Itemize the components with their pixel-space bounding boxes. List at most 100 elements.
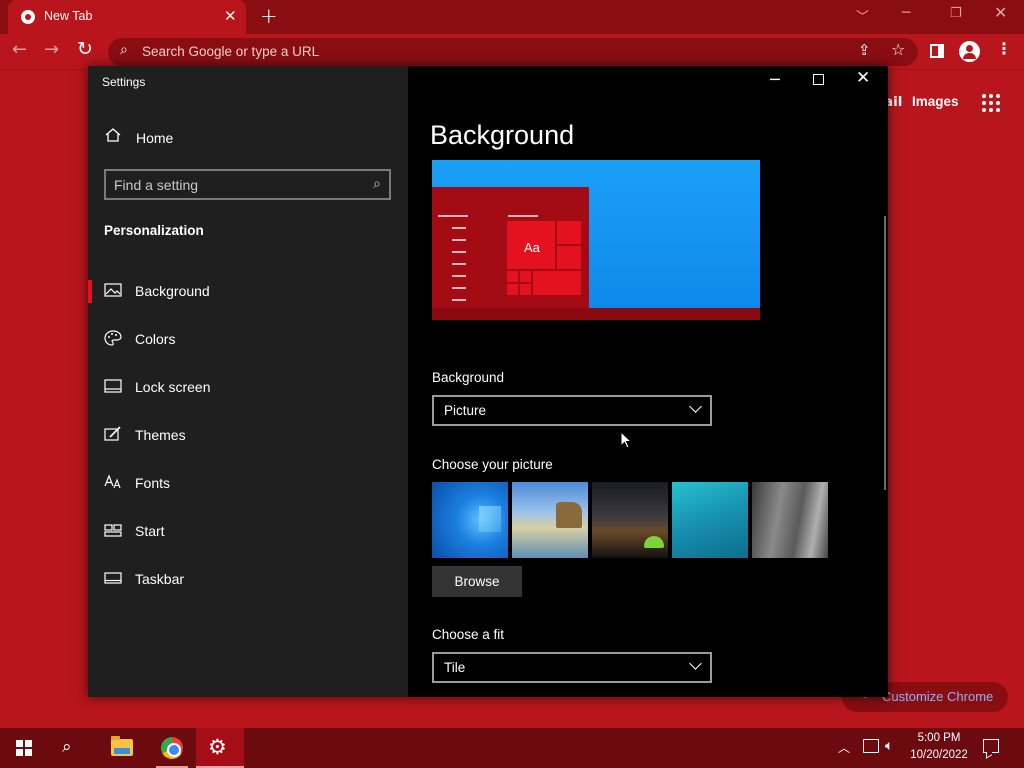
minimize-icon[interactable]: ─ xyxy=(770,70,780,89)
customize-chrome-label: Customize Chrome xyxy=(882,689,994,704)
chevron-down-icon xyxy=(689,400,702,413)
choose-fit-label: Choose a fit xyxy=(432,627,505,642)
sidebar-item-label: Fonts xyxy=(135,475,171,491)
clock-date[interactable]: 10/20/2022 xyxy=(906,749,972,761)
background-dropdown-value: Picture xyxy=(444,403,487,418)
volume-icon[interactable]: 🔈︎ xyxy=(885,738,893,754)
new-tab-tab[interactable]: New Tab ✕ xyxy=(8,0,246,34)
lock-screen-icon xyxy=(104,379,122,393)
maximize-icon[interactable] xyxy=(813,74,824,85)
chrome-icon[interactable] xyxy=(161,737,183,759)
choose-picture-label: Choose your picture xyxy=(432,457,553,472)
preview-tile xyxy=(533,271,581,295)
fit-dropdown[interactable]: Tile xyxy=(432,652,712,683)
chevron-down-icon xyxy=(689,657,702,670)
sidebar-item-fonts[interactable]: Fonts xyxy=(88,462,408,502)
close-tab-icon[interactable]: ✕ xyxy=(224,7,237,25)
new-tab-button[interactable]: + xyxy=(260,4,278,28)
windows-taskbar: ⌕ ⚙ ︿ 🔈︎ 5:00 PM 10/20/2022 xyxy=(0,728,1024,768)
close-icon[interactable]: ✕ xyxy=(856,68,870,88)
background-label: Background xyxy=(432,370,505,385)
rock-arch-shape xyxy=(556,502,582,528)
preview-start-menu: Aa xyxy=(432,187,589,308)
browser-minimize-icon[interactable]: ─ xyxy=(902,5,910,21)
share-icon[interactable]: ⇪ xyxy=(858,41,871,59)
omnibox-placeholder: Search Google or type a URL xyxy=(142,44,320,59)
preview-line xyxy=(452,239,466,241)
picture-thumbnails xyxy=(432,482,832,558)
omnibox[interactable]: ⌕ Search Google or type a URL ⇪ ☆ xyxy=(108,38,918,66)
clock-time[interactable]: 5:00 PM xyxy=(909,732,969,744)
picture-thumbnail-underwater[interactable] xyxy=(672,482,748,558)
tab-search-chevron-icon[interactable]: ﹀ xyxy=(856,6,869,25)
mouse-cursor-icon xyxy=(620,431,632,449)
chevron-up-icon[interactable]: ︿ xyxy=(838,739,850,756)
preview-tiles: Aa xyxy=(507,221,583,307)
side-panel-icon[interactable] xyxy=(930,44,944,58)
sidebar-item-label: Background xyxy=(135,283,210,299)
forward-arrow-icon[interactable]: → xyxy=(44,39,59,60)
preview-line xyxy=(452,275,466,277)
settings-window: Settings Home ⌕ Personalization Backgrou… xyxy=(88,66,888,697)
page-title: Background xyxy=(430,120,575,150)
notifications-icon[interactable] xyxy=(983,739,999,753)
sidebar-item-home[interactable]: Home xyxy=(88,122,408,154)
sidebar-item-label: Lock screen xyxy=(135,379,211,395)
sidebar-item-colors[interactable]: Colors xyxy=(88,318,408,358)
google-apps-icon[interactable] xyxy=(982,94,1000,112)
preview-tile xyxy=(507,284,518,295)
images-link[interactable]: Images xyxy=(912,94,959,109)
sidebar-item-background[interactable]: Background xyxy=(88,270,408,310)
preview-line xyxy=(452,299,466,301)
browser-close-icon[interactable]: ✕ xyxy=(994,3,1007,22)
section-heading: Personalization xyxy=(104,223,204,238)
sidebar-item-themes[interactable]: Themes xyxy=(88,414,408,454)
kebab-menu-icon[interactable]: ⋮ xyxy=(996,39,1012,58)
preview-line xyxy=(438,215,468,217)
home-icon xyxy=(105,128,121,142)
picture-thumbnail-night-sky[interactable] xyxy=(592,482,668,558)
find-setting-input[interactable] xyxy=(114,176,354,194)
profile-avatar-icon[interactable] xyxy=(959,41,980,62)
preview-tile xyxy=(507,271,518,282)
chrome-toolbar: ← → ↻ ⌕ Search Google or type a URL ⇪ ☆ … xyxy=(0,34,1024,70)
sidebar-item-taskbar[interactable]: Taskbar xyxy=(88,558,408,598)
picture-thumbnail-beach[interactable] xyxy=(512,482,588,558)
preview-line xyxy=(452,263,466,265)
preview-tile: Aa xyxy=(507,221,555,269)
browse-button[interactable]: Browse xyxy=(432,566,522,597)
find-setting-box[interactable]: ⌕ xyxy=(104,169,391,200)
preview-line xyxy=(452,251,466,253)
sidebar-item-lock-screen[interactable]: Lock screen xyxy=(88,366,408,406)
picture-thumbnail-cliff[interactable] xyxy=(752,482,828,558)
search-icon: ⌕ xyxy=(373,176,381,192)
network-icon[interactable] xyxy=(863,739,879,753)
themes-icon xyxy=(104,426,121,441)
chrome-tab-strip: New Tab ✕ + ﹀ ─ ❐ ✕ xyxy=(0,0,1024,34)
settings-taskbar-button[interactable]: ⚙ xyxy=(196,728,244,768)
gear-icon: ⚙ xyxy=(208,735,227,759)
back-arrow-icon[interactable]: ← xyxy=(12,39,27,60)
preview-tile-text: Aa xyxy=(524,240,540,255)
file-explorer-icon[interactable] xyxy=(111,736,133,756)
preview-tile xyxy=(557,246,581,269)
sidebar-item-start[interactable]: Start xyxy=(88,510,408,550)
settings-window-title: Settings xyxy=(102,75,146,89)
search-icon[interactable]: ⌕ xyxy=(62,737,72,757)
picture-icon xyxy=(104,283,122,297)
sidebar-item-label: Themes xyxy=(135,427,186,443)
preview-line xyxy=(452,227,466,229)
bookmark-star-icon[interactable]: ☆ xyxy=(891,40,905,59)
windows-start-icon[interactable] xyxy=(16,740,32,756)
palette-icon xyxy=(104,330,122,346)
picture-thumbnail-windows[interactable] xyxy=(432,482,508,558)
browser-restore-icon[interactable]: ❐ xyxy=(950,6,962,21)
fonts-icon xyxy=(104,474,121,489)
tent-shape xyxy=(644,536,664,548)
scrollbar[interactable] xyxy=(884,216,886,490)
preview-tile xyxy=(557,221,581,244)
reload-icon[interactable]: ↻ xyxy=(77,38,93,60)
preview-taskbar xyxy=(432,308,760,320)
sidebar-item-label: Home xyxy=(136,130,174,146)
background-dropdown[interactable]: Picture xyxy=(432,395,712,426)
